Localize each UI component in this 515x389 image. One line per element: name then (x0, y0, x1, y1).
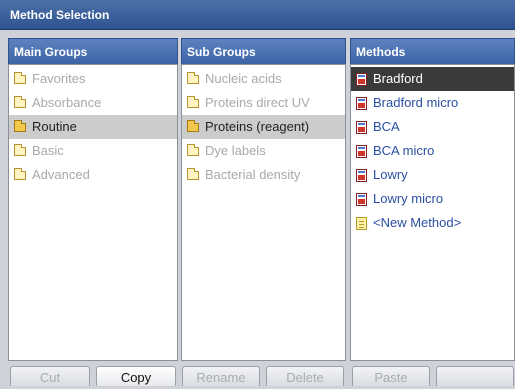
folder-icon (187, 96, 199, 108)
folder-icon (14, 96, 26, 108)
main-groups-panel: Main Groups Favorites Absorbance Routine… (8, 38, 178, 361)
main-group-item-advanced[interactable]: Advanced (9, 163, 177, 187)
main-group-label: Favorites (32, 71, 86, 86)
folder-open-icon (14, 120, 26, 132)
sub-groups-panel: Sub Groups Nucleic acids Proteins direct… (181, 38, 346, 361)
extra-button[interactable] (436, 366, 514, 386)
main-group-item-absorbance[interactable]: Absorbance (9, 91, 177, 115)
new-doc-icon (356, 216, 367, 230)
method-item-lowry[interactable]: Lowry (351, 163, 514, 187)
method-label: BCA (373, 119, 400, 134)
folder-icon (14, 72, 26, 84)
main-group-item-routine[interactable]: Routine (9, 115, 177, 139)
sub-groups-list[interactable]: Nucleic acids Proteins direct UV Protein… (181, 64, 346, 361)
main-group-item-favorites[interactable]: Favorites (9, 67, 177, 91)
sub-group-label: Dye labels (205, 143, 266, 158)
copy-button[interactable]: Copy (96, 366, 176, 386)
method-label: <New Method> (373, 215, 462, 230)
method-doc-icon (356, 192, 367, 206)
main-group-label: Advanced (32, 167, 90, 182)
folder-icon (14, 168, 26, 180)
sub-group-item-dye-labels[interactable]: Dye labels (182, 139, 345, 163)
main-groups-list[interactable]: Favorites Absorbance Routine Basic Advan… (8, 64, 178, 361)
main-group-label: Routine (32, 119, 77, 134)
method-doc-icon (356, 144, 367, 158)
folder-open-icon (187, 120, 199, 132)
window-title: Method Selection (0, 0, 515, 30)
folder-icon (187, 144, 199, 156)
paste-button[interactable]: Paste (352, 366, 430, 386)
method-item-bca-micro[interactable]: BCA micro (351, 139, 514, 163)
sub-group-label: Proteins direct UV (205, 95, 310, 110)
sub-group-item-bacterial-density[interactable]: Bacterial density (182, 163, 345, 187)
sub-group-item-proteins-reagent[interactable]: Proteins (reagent) (182, 115, 345, 139)
sub-group-item-proteins-direct-uv[interactable]: Proteins direct UV (182, 91, 345, 115)
main-group-item-basic[interactable]: Basic (9, 139, 177, 163)
sub-group-label: Nucleic acids (205, 71, 282, 86)
sub-group-label: Bacterial density (205, 167, 301, 182)
method-label: Bradford (373, 71, 423, 86)
method-item-new-method[interactable]: <New Method> (351, 211, 514, 235)
method-label: Lowry (373, 167, 408, 182)
method-label: Bradford micro (373, 95, 459, 110)
method-doc-icon (356, 96, 367, 110)
methods-panel: Methods Bradford Bradford micro BCA BCA … (350, 38, 515, 361)
method-doc-icon (356, 120, 367, 134)
folder-icon (187, 168, 199, 180)
method-doc-icon (356, 168, 367, 182)
main-group-label: Basic (32, 143, 64, 158)
method-item-bca[interactable]: BCA (351, 115, 514, 139)
method-label: BCA micro (373, 143, 435, 158)
sub-groups-header: Sub Groups (181, 38, 346, 64)
methods-header: Methods (350, 38, 515, 64)
method-doc-icon (356, 72, 367, 86)
method-item-lowry-micro[interactable]: Lowry micro (351, 187, 514, 211)
delete-button[interactable]: Delete (266, 366, 344, 386)
method-item-bradford[interactable]: Bradford (351, 67, 514, 91)
method-label: Lowry micro (373, 191, 444, 206)
sub-group-label: Proteins (reagent) (205, 119, 310, 134)
folder-icon (187, 72, 199, 84)
methods-list[interactable]: Bradford Bradford micro BCA BCA micro Lo… (350, 64, 515, 361)
folder-icon (14, 144, 26, 156)
main-groups-header: Main Groups (8, 38, 178, 64)
method-item-bradford-micro[interactable]: Bradford micro (351, 91, 514, 115)
rename-button[interactable]: Rename (182, 366, 260, 386)
sub-group-item-nucleic-acids[interactable]: Nucleic acids (182, 67, 345, 91)
main-group-label: Absorbance (32, 95, 102, 110)
cut-button[interactable]: Cut (10, 366, 90, 386)
